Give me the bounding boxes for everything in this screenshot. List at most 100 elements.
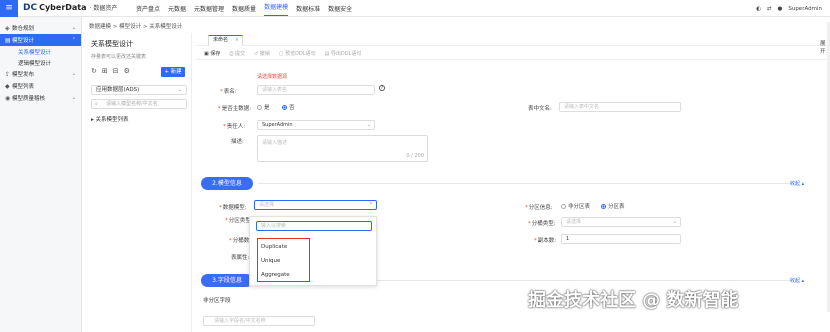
model-design-icon: ▤: [5, 36, 11, 44]
option-unique[interactable]: Unique: [261, 258, 280, 264]
nav-item[interactable]: 数据安全: [328, 4, 352, 13]
dropdown-search-input[interactable]: 输入以搜索: [256, 221, 372, 231]
collapse-icon[interactable]: ⊟: [113, 67, 119, 75]
search-icon: ⌕: [95, 101, 98, 107]
radio-partition[interactable]: [601, 204, 606, 209]
main-data-yes[interactable]: 是: [257, 103, 270, 111]
preview-ddl-button[interactable]: ▢ 预览DDL语句: [279, 50, 316, 57]
chevron-up-icon: ⌃: [368, 202, 373, 208]
chevron-down-icon: ⌄: [672, 219, 677, 225]
replica-input[interactable]: 1: [561, 234, 681, 244]
undo-button[interactable]: ↺ 撤销: [254, 50, 270, 57]
main-data-no[interactable]: 否: [282, 103, 295, 111]
brand-name: CyberData: [39, 3, 87, 12]
sidebar: ◈ 数仓规划 ⌄ ▤ 模型设计 ⌃ 关系模型设计 逻辑模型设计 ⇪ 模型发布 ⌄ ◆ 模型列表…: [0, 17, 82, 332]
bucket-count-label: *分桶数:: [229, 238, 252, 244]
non-partition-option[interactable]: 非分区表: [561, 202, 590, 210]
partition-table-option[interactable]: 分区表: [601, 202, 625, 210]
radio-yes[interactable]: [257, 105, 262, 110]
radio-non-partition[interactable]: [561, 204, 566, 209]
tree-actions: ↻ ⊞ ⊟ ⚙: [91, 67, 130, 75]
cn-name-input[interactable]: 请输入表中文名: [559, 102, 681, 112]
sidebar-item-quality[interactable]: ◉ 模型质量稽核 ⌄: [0, 92, 81, 104]
tab-unnamed[interactable]: 未命名 ×: [208, 35, 243, 46]
char-count: 0 / 200: [406, 153, 424, 159]
section-divider: [258, 183, 794, 184]
table-attr-label: 表属性:: [231, 255, 250, 261]
tree-root-node[interactable]: ▸ 关系模型列表: [91, 115, 129, 123]
chevron-up-icon: ⌃: [71, 37, 76, 43]
section-field-info: 3.字段信息: [201, 274, 253, 287]
expand-icon[interactable]: ⊞: [102, 67, 108, 75]
close-icon[interactable]: ×: [235, 36, 239, 45]
owner-select[interactable]: SuperAdmin ⌄: [257, 120, 375, 130]
option-list: Duplicate Unique Aggregate: [257, 238, 310, 282]
refresh-icon[interactable]: ↻: [91, 67, 97, 75]
top-bar: ≡ DC CyberData · 数据资产 资产盘点 元数据 元数据管理 数据质量 …: [0, 0, 830, 17]
plan-icon: ◈: [5, 24, 10, 32]
avatar[interactable]: ●: [778, 6, 783, 12]
quality-icon: ◉: [5, 94, 11, 102]
submit-button[interactable]: ⎙ 提交: [229, 50, 245, 57]
table-name-input[interactable]: 请输入表名: [257, 85, 375, 95]
model-type-dropdown: 输入以搜索 Duplicate Unique Aggregate: [249, 216, 377, 286]
nav-item[interactable]: 数据质量: [232, 4, 256, 13]
nav-item[interactable]: 数据标准: [296, 4, 320, 13]
datasource-warning: 请选择数据源: [257, 74, 288, 80]
desc-textarea[interactable]: 请输入描述 0 / 200: [257, 135, 428, 162]
option-duplicate[interactable]: Duplicate: [261, 244, 287, 250]
chevron-down-icon: ⌄: [366, 122, 371, 128]
model-tree-panel: 关系模型设计 存量表可以更改还关键表 ↻ ⊞ ⊟ ⚙ + 新建 应用数据层(AD…: [84, 33, 192, 332]
chevron-down-icon: ⌄: [71, 95, 76, 101]
publish-icon: ⇪: [5, 70, 11, 78]
collapse-button[interactable]: 收起 ▴: [790, 180, 804, 187]
chevron-down-icon: ⌄: [71, 71, 76, 77]
layer-select[interactable]: 应用数据层(ADS) ⌄: [91, 85, 187, 95]
tree-subtitle: 存量表可以更改还关键表: [91, 54, 147, 60]
menu-icon[interactable]: ≡: [0, 0, 18, 17]
tree-title: 关系模型设计: [91, 40, 133, 48]
cyberdata-logo-icon: DC: [23, 3, 38, 13]
brand-sub: · 数据资产: [89, 5, 118, 12]
main-nav: 资产盘点 元数据 元数据管理 数据质量 数据建模 数据标准 数据安全: [136, 0, 352, 17]
replica-label: *副本数:: [534, 238, 557, 244]
tree-search-input[interactable]: ⌕ 请输入模型名称/中文名: [91, 99, 187, 109]
sidebar-subitem-relational[interactable]: 关系模型设计: [0, 46, 81, 57]
collapse-button[interactable]: 收起 ▴: [790, 277, 804, 284]
field-search-input[interactable]: 请输入字段名/中文名称: [203, 316, 315, 326]
language-icon[interactable]: ⇄: [767, 6, 772, 12]
tab-bar: 未命名 ×: [196, 33, 830, 46]
table-name-label: *表名:: [220, 89, 237, 95]
export-ddl-button[interactable]: ▤ 导出DDL语句: [325, 50, 362, 57]
nav-item[interactable]: 元数据管理: [194, 4, 224, 13]
section-model-info: 2.模型信息: [201, 177, 253, 190]
desc-label: 描述:: [231, 139, 244, 145]
sidebar-item-list[interactable]: ◆ 模型列表: [0, 80, 81, 92]
theme-icon[interactable]: ◐: [756, 6, 761, 12]
owner-label: *责任人:: [223, 124, 246, 130]
list-icon: ◆: [5, 82, 10, 90]
bucket-type-select[interactable]: 请选择 ⌄: [561, 217, 681, 227]
logo[interactable]: DC CyberData · 数据资产: [23, 3, 117, 13]
main-data-label: *是否主数据:: [218, 106, 252, 112]
model-type-select[interactable]: 请选择 ⌃: [254, 200, 377, 210]
sidebar-item-model-design[interactable]: ▤ 模型设计 ⌃: [0, 34, 81, 46]
chevron-down-icon: ⌄: [177, 87, 182, 93]
nav-item[interactable]: 资产盘点: [136, 4, 160, 13]
radio-no[interactable]: [282, 105, 287, 110]
nav-item-active[interactable]: 数据建模: [264, 1, 289, 16]
nav-item[interactable]: 元数据: [168, 4, 186, 13]
sidebar-subitem-logical[interactable]: 逻辑模型设计: [0, 57, 81, 68]
option-aggregate[interactable]: Aggregate: [261, 272, 290, 278]
partition-fields-label: 非分区字段: [203, 298, 231, 304]
cn-name-label: 表中文名:: [528, 106, 552, 112]
sidebar-item-publish[interactable]: ⇪ 模型发布 ⌄: [0, 68, 81, 80]
username[interactable]: SuperAdmin: [788, 6, 822, 12]
save-button[interactable]: ▣ 保存: [204, 50, 220, 57]
help-icon[interactable]: ?: [379, 85, 385, 91]
new-button[interactable]: + 新建: [161, 67, 185, 77]
sidebar-item-plan[interactable]: ◈ 数仓规划 ⌄: [0, 22, 81, 34]
settings-icon[interactable]: ⚙: [124, 67, 130, 75]
chevron-down-icon: ⌄: [71, 25, 76, 31]
model-type-label: *数据模型:: [219, 205, 247, 211]
